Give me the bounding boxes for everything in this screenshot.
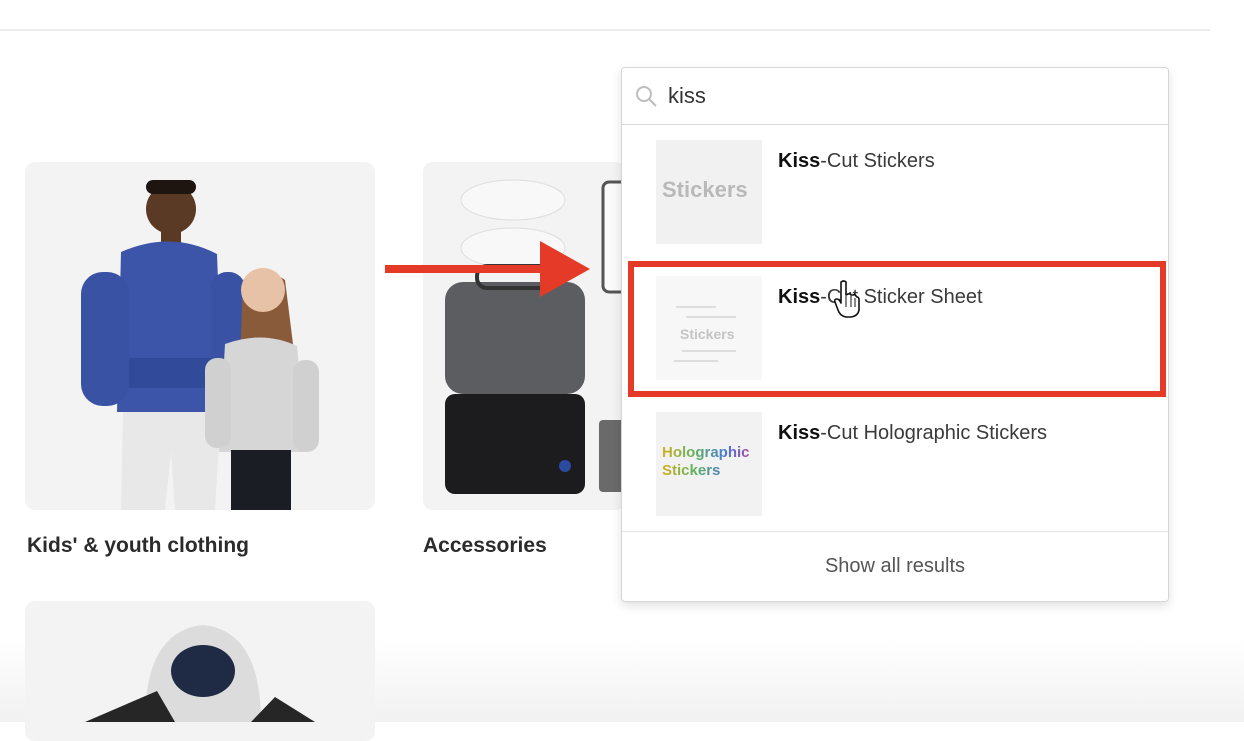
result-thumbnail: Holographic Stickers <box>656 412 762 516</box>
search-result-kiss-cut-holographic-stickers[interactable]: Holographic Stickers Kiss-Cut Holographi… <box>622 396 1168 532</box>
annotation-highlight-box <box>628 261 1166 397</box>
header-divider <box>0 29 1210 31</box>
result-thumbnail: Stickers <box>656 140 762 244</box>
hand-pointer-cursor-icon <box>833 280 860 318</box>
kids-product-image <box>81 180 319 510</box>
category-label-accessories[interactable]: Accessories <box>423 534 547 558</box>
search-input[interactable] <box>668 80 1148 112</box>
category-card-accessories[interactable] <box>423 162 625 510</box>
search-icon <box>636 86 657 107</box>
category-card-outerwear[interactable] <box>25 601 375 741</box>
show-all-results-link[interactable]: Show all results <box>622 532 1168 600</box>
annotation-arrow-icon <box>385 241 590 297</box>
search-bar[interactable] <box>622 68 1168 125</box>
thumbnail-text: Stickers <box>662 177 748 202</box>
thumbnail-text: Holographic Stickers <box>662 444 758 480</box>
accessories-product-image <box>445 179 625 494</box>
category-label-kids[interactable]: Kids' & youth clothing <box>27 534 249 558</box>
search-result-kiss-cut-stickers[interactable]: Stickers Kiss-Cut Stickers <box>622 124 1168 260</box>
outerwear-product-image <box>85 625 315 722</box>
result-title: Kiss-Cut Holographic Stickers <box>778 422 1047 444</box>
result-title: Kiss-Cut Stickers <box>778 150 935 172</box>
category-card-kids[interactable] <box>25 162 375 510</box>
